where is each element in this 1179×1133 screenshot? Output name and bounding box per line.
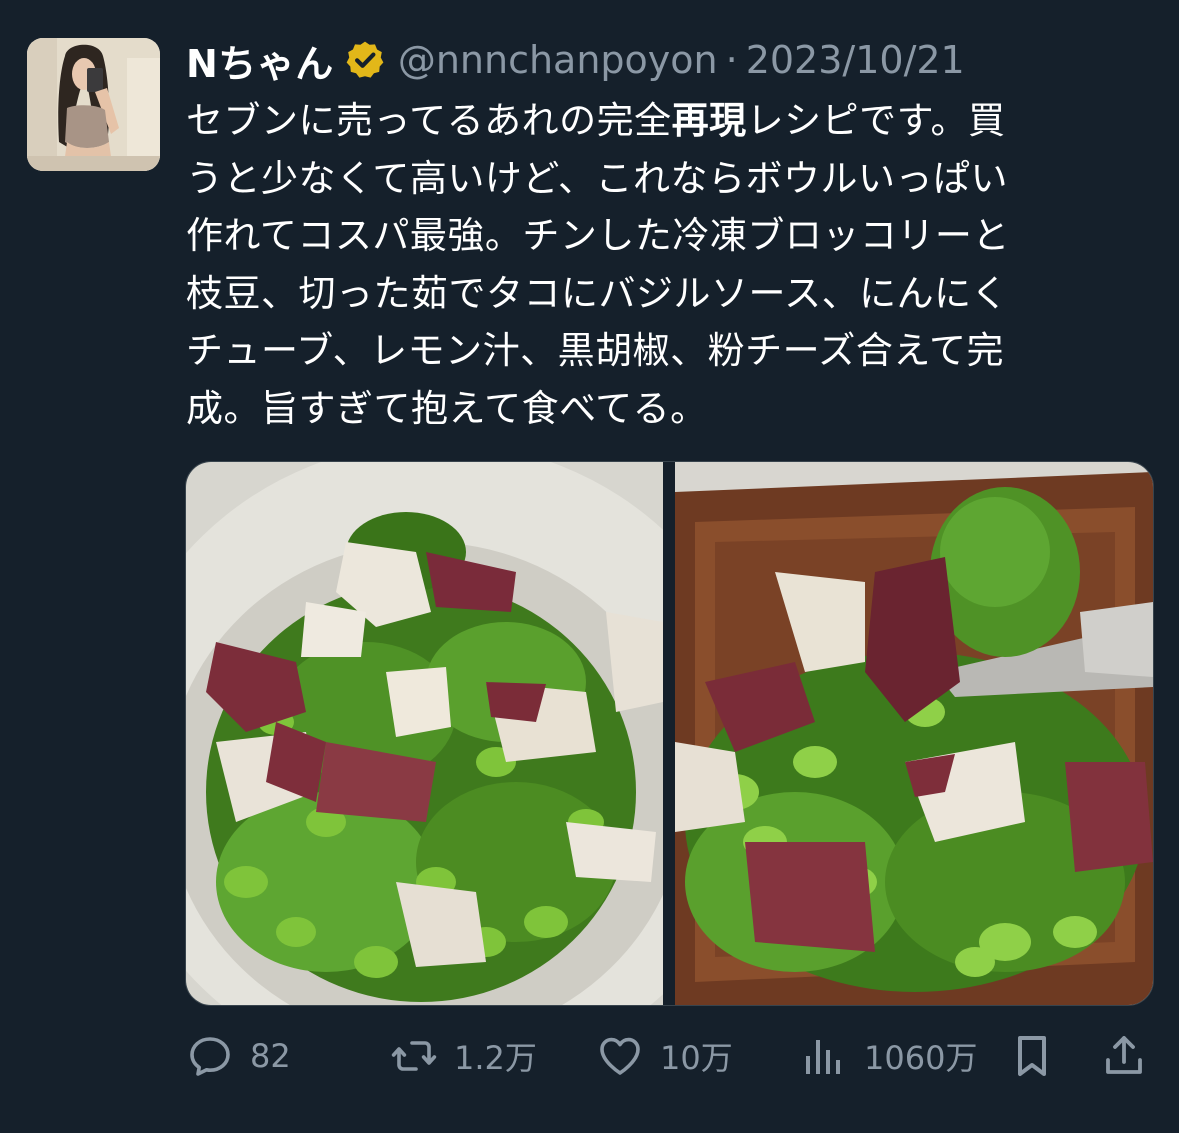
heart-icon [600,1037,640,1075]
tweet-text-line: チューブ、レモン汁、黒胡椒、粉チーズ合えて完 [186,329,1004,372]
retweet-icon [391,1041,437,1071]
photo-salad-bowl[interactable] [186,462,663,1005]
views-button[interactable]: 1060万 [800,1028,977,1084]
tweet-text-line: セブンに売ってるあれの完全再現レシピです。買 [186,99,1006,142]
action-bar: 82 1.2万 10万 1060万 [186,1028,1146,1084]
avatar-image [27,38,160,171]
like-button[interactable]: 10万 [596,1028,733,1084]
user-handle[interactable]: @nnnchanpoyon [398,38,718,82]
reply-icon [190,1037,230,1076]
tweet-text-line: 枝豆、切った茹でタコにバジルソース、にんにく [186,271,1009,315]
display-name[interactable]: Nちゃん [186,33,334,88]
retweet-button[interactable]: 1.2万 [390,1028,537,1084]
views-chart-icon [806,1040,840,1074]
views-count: 1060万 [864,1039,978,1077]
tweet-header: Nちゃん @nnnchanpoyon · 2023/10/21 [186,34,965,86]
photo-salad-fork[interactable] [675,462,1153,1005]
separator-dot: · [725,38,738,82]
media-grid [185,461,1154,1006]
bookmark-button[interactable] [1008,1028,1056,1084]
avatar[interactable] [27,38,160,171]
bookmark-icon [1018,1036,1046,1076]
tweet[interactable]: Nちゃん @nnnchanpoyon · 2023/10/21 セブンに売ってる… [0,0,1179,1133]
reply-count: 82 [250,1037,291,1075]
verified-badge-icon[interactable] [344,39,386,81]
tweet-text: セブンに売ってるあれの完全再現レシピです。買 うと少なくて高いけど、これならボウ… [186,92,1126,437]
reply-button[interactable]: 82 [186,1028,291,1084]
tweet-text-line: 成。旨すぎて抱えて食べてる。 [186,386,708,430]
tweet-text-line: うと少なくて高いけど、これならボウルいっぱい [186,156,1009,200]
share-icon [1106,1036,1142,1074]
tweet-date[interactable]: 2023/10/21 [746,38,965,82]
share-button[interactable] [1100,1028,1148,1084]
tweet-text-line: 作れてコスパ最強。チンした冷凍ブロッコリーと [186,214,1010,257]
retweet-count: 1.2万 [454,1039,537,1077]
like-count: 10万 [660,1039,733,1077]
